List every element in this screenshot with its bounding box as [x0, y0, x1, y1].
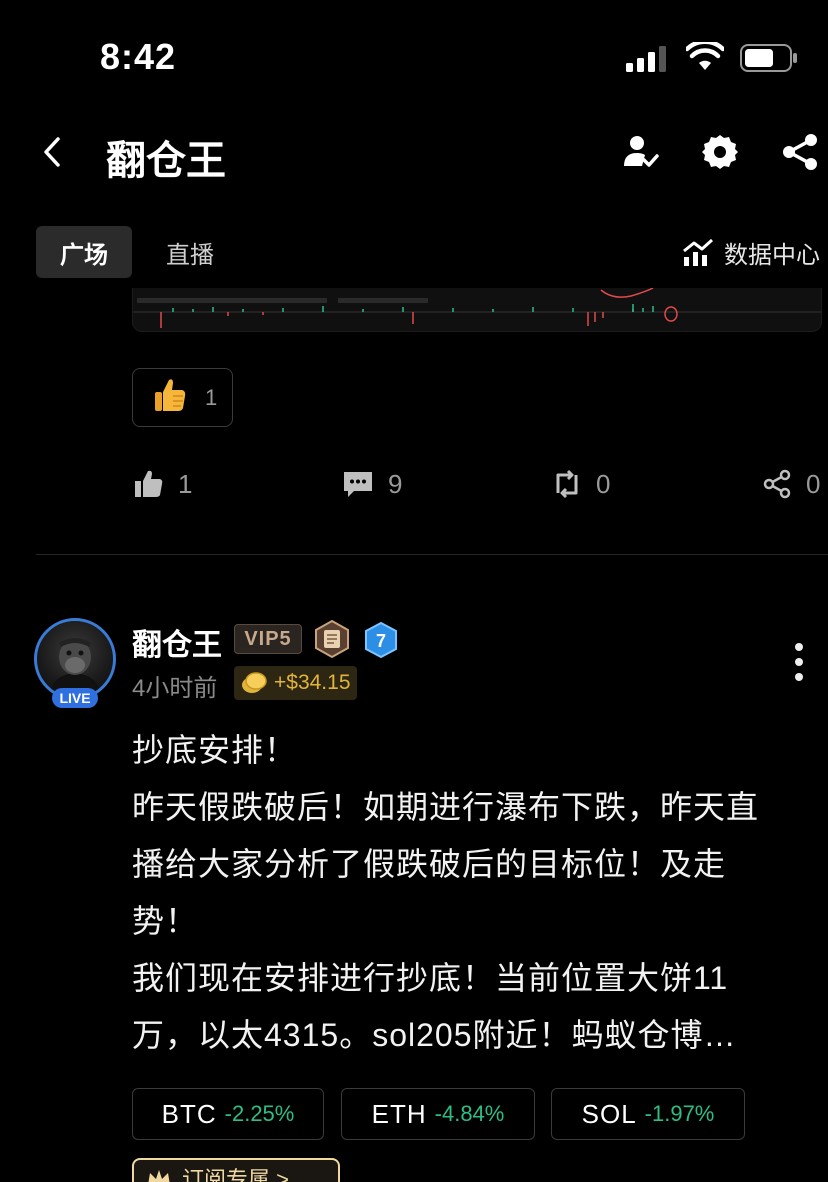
status-time: 8:42 — [100, 36, 177, 77]
ticker-eth[interactable]: ETH -4.84% — [341, 1088, 535, 1140]
ticker-change: -1.97% — [644, 1101, 715, 1126]
reaction-thumbs-up-chip[interactable]: 1 — [132, 368, 233, 427]
more-dot — [795, 643, 803, 651]
ticker-btc[interactable]: BTC -2.25% — [132, 1088, 324, 1140]
follow-user-button[interactable] — [618, 130, 662, 174]
ticker-change: -4.84% — [434, 1101, 505, 1126]
chart-icon — [683, 238, 714, 266]
ticker-change: -2.25% — [224, 1101, 295, 1126]
post-chart-image[interactable] — [132, 288, 822, 332]
level-value: 7 — [376, 631, 386, 651]
pnl-badge[interactable]: +$34.15 — [234, 666, 357, 700]
cellular-signal-icon — [626, 46, 666, 72]
back-button[interactable] — [30, 130, 74, 174]
more-dot — [795, 658, 803, 666]
post-divider — [36, 554, 828, 555]
level-badge-icon: 7 — [365, 622, 397, 658]
like-count: 1 — [178, 468, 193, 499]
share-count: 0 — [806, 468, 821, 499]
tab-plaza[interactable]: 广场 — [36, 226, 132, 278]
repost-count: 0 — [596, 468, 611, 499]
ticker-symbol: SOL — [581, 1098, 637, 1129]
like-button[interactable]: 1 — [134, 462, 192, 506]
ticker-row: BTC -2.25% ETH -4.84% SOL -1.97% — [0, 1088, 828, 1140]
comment-button[interactable]: 9 — [342, 462, 402, 506]
post-line: 势！ — [132, 903, 199, 939]
post-timestamp: 4小时前 — [132, 675, 218, 702]
status-bar: 8:42 — [0, 0, 828, 110]
share-icon — [783, 134, 817, 170]
post-line: 万，以太4315。sol205附近！蚂蚁仓博… — [132, 1017, 737, 1053]
post-action-bar: 1 9 0 0 — [0, 462, 828, 506]
wifi-icon — [686, 42, 724, 70]
ticker-symbol: ETH — [371, 1098, 427, 1129]
coin-icon — [242, 672, 267, 693]
post-body[interactable]: 抄底安排！ 昨天假跌破后！如期进行瀑布下跌，昨天直 播给大家分析了假跌破后的目标… — [132, 722, 822, 1064]
repost-button[interactable]: 0 — [552, 462, 610, 506]
user-follow-icon — [624, 136, 659, 167]
page-title: 翻仓王 — [106, 139, 226, 183]
post-line: 播给大家分析了假跌破后的目标位！及走 — [132, 846, 727, 882]
scroll-medal-icon — [315, 619, 349, 659]
subscribe-label: 订阅专属 > — [182, 1167, 289, 1182]
battery-icon — [740, 44, 797, 72]
header: 翻仓王 — [0, 110, 828, 200]
crown-icon — [148, 1170, 170, 1182]
chevron-left-icon — [44, 137, 60, 167]
data-center-label: 数据中心 — [724, 241, 820, 269]
ticker-sol[interactable]: SOL -1.97% — [551, 1088, 745, 1140]
tab-live[interactable]: 直播 — [142, 226, 238, 278]
live-badge: LIVE — [52, 688, 98, 708]
vip-badge: VIP5 — [234, 624, 302, 654]
reaction-count: 1 — [205, 384, 218, 410]
subscribe-chip[interactable]: 订阅专属 > — [132, 1158, 340, 1182]
thumbs-up-emoji-icon — [153, 377, 187, 418]
author-avatar[interactable]: LIVE — [34, 618, 116, 708]
more-dot — [795, 673, 803, 681]
gear-icon — [702, 135, 738, 169]
post-line: 昨天假跌破后！如期进行瀑布下跌，昨天直 — [132, 789, 760, 825]
post-line: 抄底安排！ — [132, 732, 298, 768]
author-name[interactable]: 翻仓王 — [132, 620, 222, 664]
thumbs-up-icon — [135, 470, 163, 497]
share-post-button[interactable]: 0 — [762, 462, 820, 506]
repost-icon — [556, 469, 578, 499]
chart-thumbnail — [133, 288, 821, 328]
comment-count: 9 — [388, 468, 403, 499]
share-button[interactable] — [778, 130, 822, 174]
pnl-value: +$34.15 — [274, 671, 351, 694]
post-line: 我们现在安排进行抄底！当前位置大饼11 — [132, 960, 729, 996]
ticker-symbol: BTC — [161, 1098, 217, 1129]
settings-button[interactable] — [698, 130, 742, 174]
share-icon — [763, 469, 791, 499]
more-options-button[interactable] — [782, 640, 816, 684]
tab-bar: 广场 直播 数据中心 — [0, 226, 828, 280]
comment-icon — [344, 472, 372, 497]
data-center-link[interactable]: 数据中心 — [682, 226, 820, 278]
ape-avatar-icon — [49, 638, 101, 697]
